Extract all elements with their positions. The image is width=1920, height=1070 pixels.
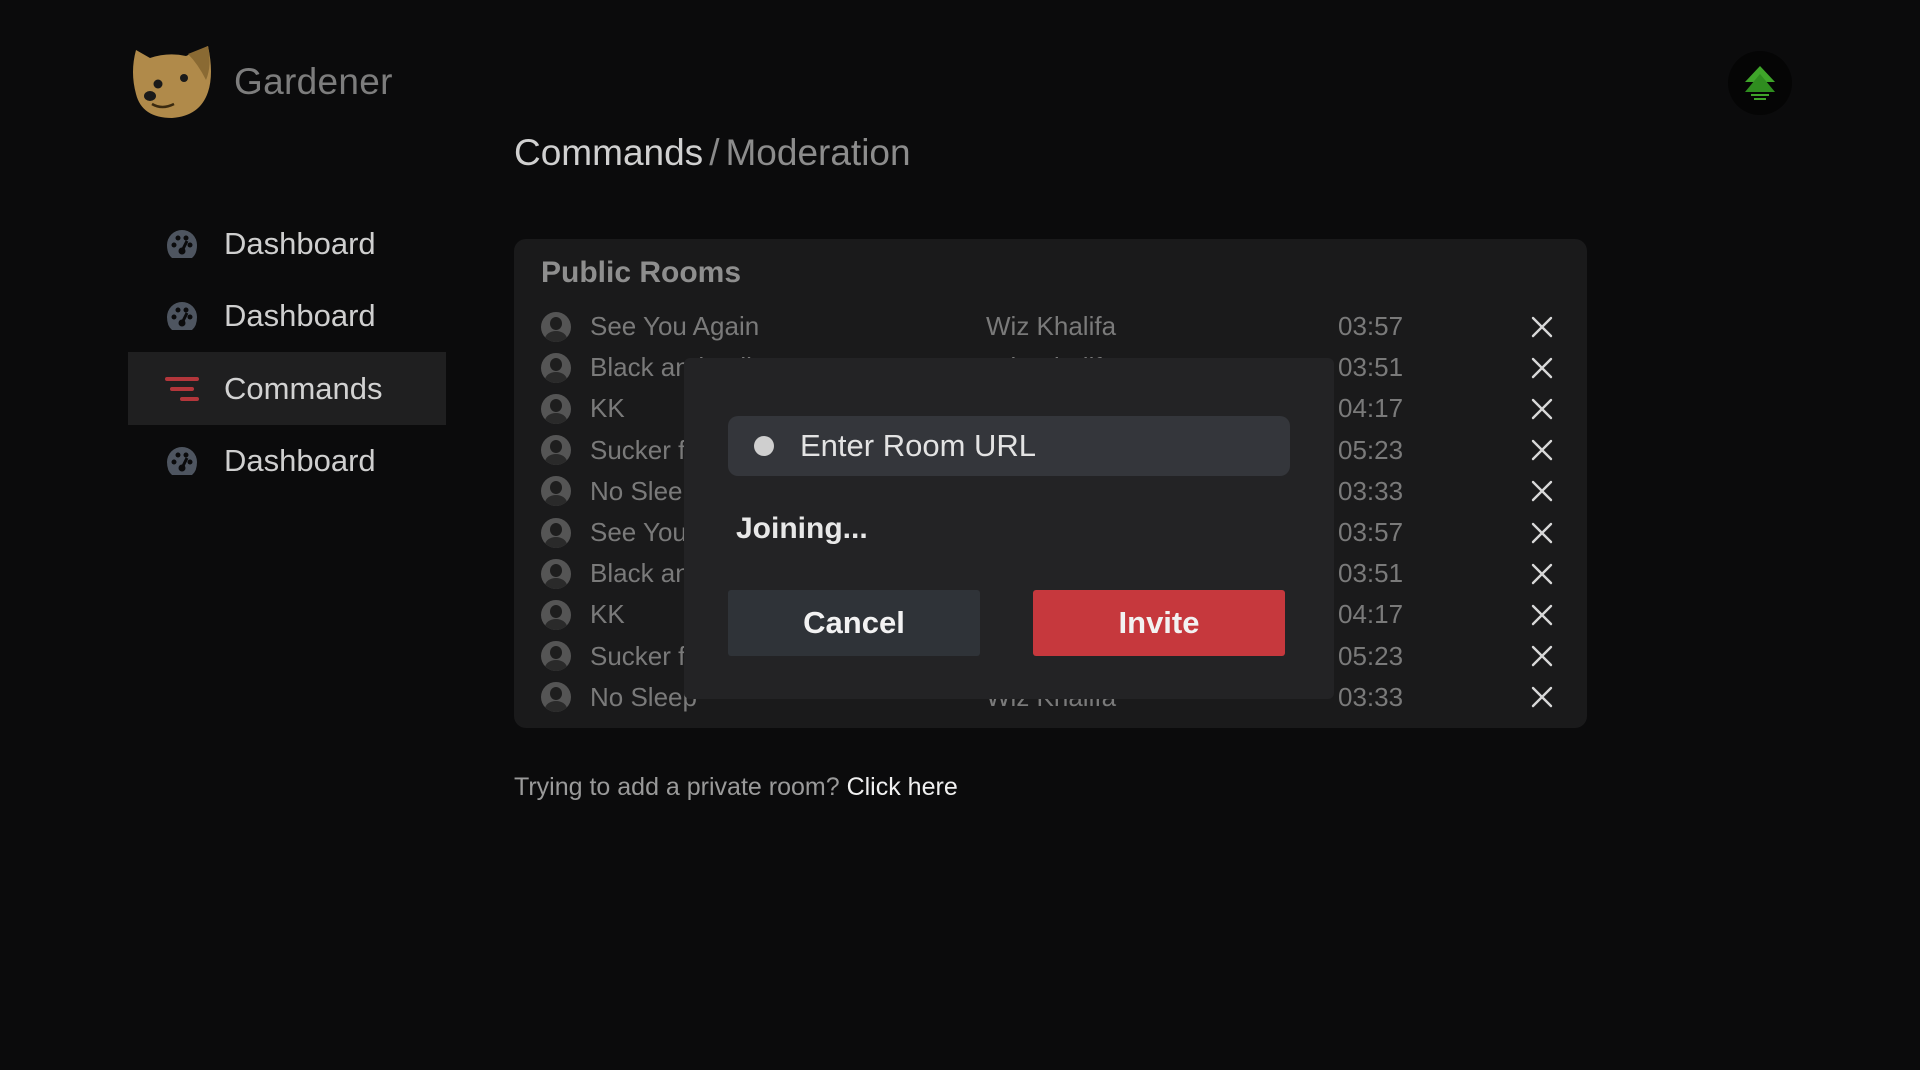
gauge-icon	[167, 447, 197, 475]
close-icon[interactable]	[1529, 520, 1555, 546]
status-dot-icon	[754, 436, 774, 456]
join-room-modal: Enter Room URL Joining... Cancel Invite	[684, 358, 1334, 699]
sidebar-item-label: Commands	[224, 370, 383, 406]
artist-avatar	[541, 558, 571, 589]
song-title: KK	[590, 599, 625, 630]
private-room-note: Trying to add a private room? Click here	[514, 773, 958, 802]
cancel-button[interactable]: Cancel	[728, 590, 980, 656]
artist-avatar	[541, 517, 571, 548]
breadcrumb-section[interactable]: Commands	[514, 132, 703, 173]
sidebar-item-commands[interactable]: Commands	[128, 352, 446, 425]
song-duration: 05:23	[1338, 640, 1404, 671]
close-icon[interactable]	[1529, 602, 1555, 628]
table-row: See You Again Wiz Khalifa 03:57	[541, 306, 1571, 347]
sidebar-item-label: Dashboard	[224, 298, 376, 333]
song-duration: 04:17	[1338, 599, 1404, 630]
close-icon[interactable]	[1529, 437, 1555, 463]
song-duration: 03:51	[1338, 352, 1404, 383]
tree-icon	[1745, 66, 1775, 100]
song-duration: 03:57	[1338, 311, 1404, 342]
invite-button[interactable]: Invite	[1033, 590, 1285, 656]
song-duration: 03:51	[1338, 558, 1404, 589]
sidebar-item-dashboard-3[interactable]: Dashboard	[128, 425, 446, 497]
song-duration: 04:17	[1338, 393, 1404, 424]
sidebar-nav: Dashboard Dashboard Commands Dashboard	[128, 208, 446, 497]
gauge-icon	[167, 302, 197, 330]
private-room-prompt: Trying to add a private room?	[514, 773, 840, 801]
breadcrumb-page: Moderation	[725, 132, 911, 173]
sidebar-item-dashboard-1[interactable]: Dashboard	[128, 208, 446, 280]
dog-logo-icon	[133, 46, 211, 118]
private-room-link[interactable]: Click here	[847, 773, 958, 801]
close-icon[interactable]	[1529, 561, 1555, 587]
song-duration: 05:23	[1338, 434, 1404, 465]
sidebar-item-label: Dashboard	[224, 443, 376, 478]
close-icon[interactable]	[1529, 396, 1555, 422]
song-title: No Sleep	[590, 475, 697, 506]
artist-avatar	[541, 641, 571, 672]
song-artist: Wiz Khalifa	[986, 311, 1117, 342]
artist-avatar	[541, 393, 571, 424]
song-title: No Sleep	[590, 681, 697, 712]
gauge-icon	[167, 230, 197, 258]
song-duration: 03:57	[1338, 517, 1404, 548]
room-url-input[interactable]: Enter Room URL	[728, 416, 1290, 476]
breadcrumb: Commands / Moderation	[514, 132, 911, 174]
commands-lines-icon	[165, 376, 199, 401]
close-icon[interactable]	[1529, 684, 1555, 710]
room-url-placeholder: Enter Room URL	[800, 428, 1037, 463]
song-duration: 03:33	[1338, 681, 1404, 712]
close-icon[interactable]	[1529, 314, 1555, 340]
brand[interactable]: Gardener	[128, 44, 393, 120]
artist-avatar	[541, 599, 571, 630]
close-icon[interactable]	[1529, 478, 1555, 504]
app-name: Gardener	[234, 61, 393, 102]
artist-avatar	[541, 435, 571, 466]
song-title: KK	[590, 393, 625, 424]
artist-avatar	[541, 476, 571, 507]
close-icon[interactable]	[1529, 643, 1555, 669]
artist-avatar	[541, 682, 571, 713]
panel-title: Public Rooms	[541, 256, 742, 289]
joining-status: Joining...	[736, 512, 868, 545]
artist-avatar	[541, 311, 571, 342]
sidebar-item-label: Dashboard	[224, 226, 376, 261]
song-duration: 03:33	[1338, 475, 1404, 506]
breadcrumb-separator: /	[709, 132, 720, 173]
user-avatar[interactable]	[1728, 51, 1792, 115]
song-title: See You Again	[590, 311, 760, 342]
artist-avatar	[541, 352, 571, 383]
sidebar-item-dashboard-2[interactable]: Dashboard	[128, 280, 446, 352]
close-icon[interactable]	[1529, 355, 1555, 381]
